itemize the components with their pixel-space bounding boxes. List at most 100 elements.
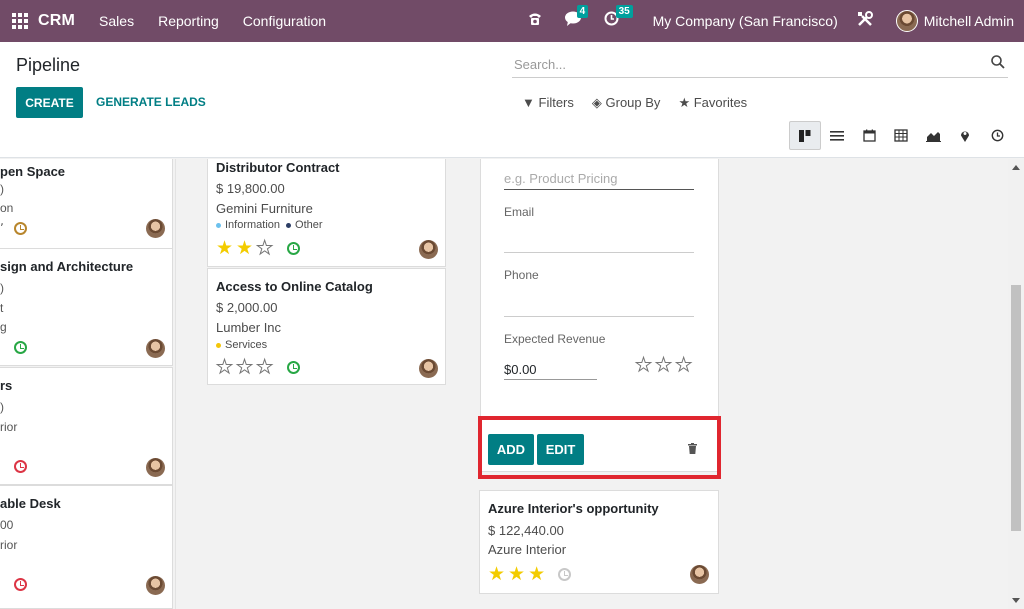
salesperson-avatar (419, 359, 438, 378)
company-switcher[interactable]: My Company (San Francisco) (653, 13, 838, 29)
page-title: Pipeline (16, 55, 81, 75)
scroll-up-arrow[interactable] (1012, 165, 1020, 170)
control-panel: Pipeline CREATE GENERATE LEADS Search...… (0, 42, 1024, 158)
trash-icon[interactable] (688, 443, 697, 454)
menu-configuration[interactable]: Configuration (243, 13, 326, 29)
activity-clock-icon[interactable]: 35 (604, 5, 633, 31)
priority-star-icon[interactable]: ★ (256, 358, 274, 378)
messages-icon[interactable]: 4 (564, 5, 589, 31)
activity-clock-icon[interactable] (287, 242, 300, 255)
priority-stars[interactable]: ★ ★ ★ (634, 356, 695, 376)
graph-view-icon[interactable] (917, 121, 949, 150)
card-amount: $ 122,440.00 (488, 523, 564, 538)
email-label: Email (504, 205, 535, 219)
activity-clock-icon[interactable] (558, 568, 571, 581)
generate-leads-button[interactable]: GENERATE LEADS (96, 95, 206, 109)
search-icon[interactable] (990, 54, 1006, 70)
salesperson-avatar (146, 458, 165, 477)
card-customer: Azure Interior (488, 542, 567, 557)
scrollbar-thumb[interactable] (1011, 285, 1021, 531)
layers-icon: ◈ (591, 95, 602, 110)
kanban-card[interactable]: sign and Architecture ) t g (0, 248, 173, 366)
salesperson-avatar (146, 219, 165, 238)
opportunity-name-input[interactable]: e.g. Product Pricing (504, 171, 617, 186)
edit-button[interactable]: EDIT (537, 434, 584, 465)
phone-icon[interactable] (527, 11, 543, 32)
activity-view-icon[interactable] (981, 121, 1013, 150)
calendar-view-icon[interactable] (853, 121, 885, 150)
card-title: Azure Interior's opportunity (488, 501, 659, 516)
card-customer: Lumber Inc (216, 320, 282, 335)
priority-star-icon[interactable]: ★ (655, 356, 673, 376)
favorites-button[interactable]: ★ Favorites (678, 95, 747, 111)
kanban-card-azure-opportunity[interactable]: Azure Interior's opportunity $ 122,440.0… (479, 490, 719, 594)
card-title: rs (0, 378, 13, 393)
activity-clock-icon[interactable] (14, 578, 27, 591)
debug-tools-icon[interactable] (856, 10, 874, 33)
kanban-view-icon[interactable] (789, 121, 821, 150)
card-customer: Gemini Furniture (216, 201, 313, 216)
map-view-icon[interactable] (949, 121, 981, 150)
kanban-card[interactable]: able Desk 00 rior (0, 485, 173, 609)
activity-clock-icon[interactable] (14, 460, 27, 473)
card-tags: Information Other (216, 219, 329, 231)
kanban-card-distributor-contract[interactable]: Distributor Contract $ 19,800.00 Gemini … (207, 159, 446, 267)
priority-star-icon[interactable]: ★ (236, 358, 254, 378)
salesperson-avatar (146, 576, 165, 595)
kanban-board: pen Space ) on ٬ sign and Architecture )… (0, 159, 1008, 609)
card-title: able Desk (0, 496, 61, 511)
priority-star-icon[interactable]: ★ (256, 239, 274, 259)
salesperson-avatar (690, 565, 709, 584)
user-name: Mitchell Admin (923, 13, 1014, 29)
filters-button[interactable]: ▼ Filters (522, 95, 574, 111)
menu-sales[interactable]: Sales (99, 13, 134, 29)
pivot-view-icon[interactable] (885, 121, 917, 150)
tag-information: Information (216, 219, 280, 231)
priority-star-icon[interactable]: ★ (634, 356, 652, 376)
priority-star-icon[interactable]: ★ (216, 239, 233, 258)
priority-star-icon[interactable]: ★ (488, 565, 505, 584)
quick-create-actions-highlight: ADD EDIT (478, 416, 721, 479)
priority-star-icon[interactable]: ★ (528, 565, 545, 584)
priority-star-icon[interactable]: ★ (215, 358, 233, 378)
activity-clock-icon[interactable] (14, 222, 27, 235)
kanban-card-online-catalog[interactable]: Access to Online Catalog $ 2,000.00 Lumb… (207, 268, 446, 385)
activity-clock-icon[interactable] (287, 361, 300, 374)
scroll-down-arrow[interactable] (1012, 598, 1020, 603)
add-button[interactable]: ADD (488, 434, 534, 465)
search-input[interactable]: Search... (512, 54, 1008, 78)
phone-field[interactable] (504, 316, 694, 317)
menu-reporting[interactable]: Reporting (158, 13, 219, 29)
priority-stars[interactable]: ★ ★ ★ (216, 239, 276, 259)
list-view-icon[interactable] (821, 121, 853, 150)
activities-count-badge: 35 (615, 5, 633, 18)
salesperson-avatar (146, 339, 165, 358)
kanban-card[interactable]: rs ) rior (0, 367, 173, 485)
salesperson-avatar (419, 240, 438, 259)
priority-stars[interactable]: ★ ★ ★ (215, 358, 276, 378)
expected-revenue-label: Expected Revenue (504, 332, 606, 346)
group-by-button[interactable]: ◈ Group By (592, 95, 661, 111)
priority-star-icon[interactable]: ★ (508, 565, 525, 584)
phone-label: Phone (504, 268, 539, 282)
card-title: Access to Online Catalog (216, 279, 373, 294)
card-amount: $ 2,000.00 (216, 300, 278, 315)
priority-stars[interactable]: ★ ★ ★ (488, 565, 548, 584)
priority-star-icon[interactable]: ★ (236, 239, 253, 258)
expected-revenue-field[interactable]: $0.00 (504, 362, 537, 377)
messages-count-badge: 4 (576, 5, 589, 18)
tag-other: Other (286, 219, 323, 231)
apps-menu-icon[interactable] (12, 13, 28, 29)
app-name[interactable]: CRM (38, 12, 75, 30)
search-placeholder: Search... (514, 57, 567, 72)
filter-icon: ▼ (522, 95, 535, 110)
priority-star-icon[interactable]: ★ (675, 356, 693, 376)
email-field[interactable] (504, 252, 694, 253)
user-avatar (895, 10, 918, 32)
vertical-scrollbar[interactable] (1008, 159, 1024, 609)
activity-clock-icon[interactable] (14, 341, 27, 354)
star-icon: ★ (678, 95, 691, 110)
user-menu[interactable]: Mitchell Admin (895, 10, 1014, 32)
create-button[interactable]: CREATE (16, 87, 83, 118)
card-title: sign and Architecture (0, 259, 134, 274)
